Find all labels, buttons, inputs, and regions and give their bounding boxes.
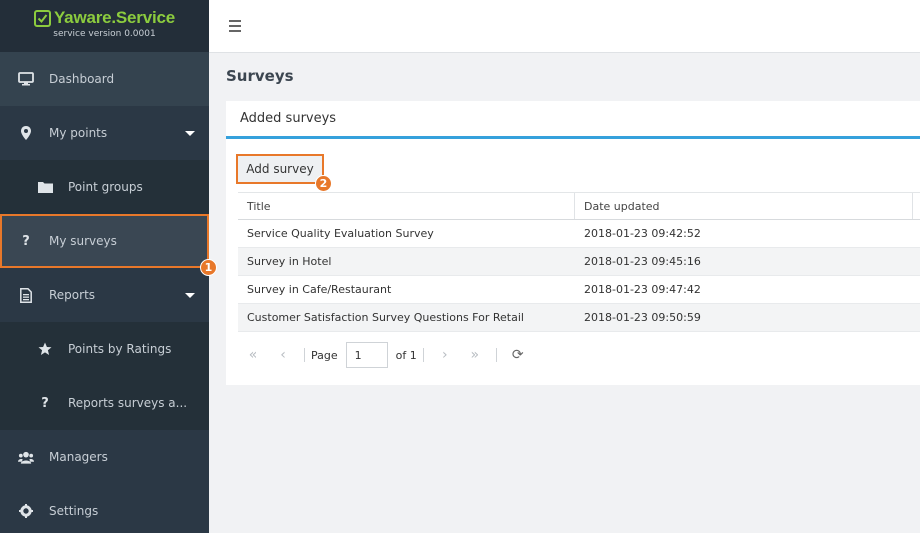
page-label: Page (311, 348, 338, 362)
cell-date: 2018-01-23 09:50:59 (584, 311, 701, 324)
cell-title: Survey in Cafe/Restaurant (247, 283, 392, 296)
brand-name: Yaware.Service (53, 8, 176, 27)
page-of-label: of 1 (395, 348, 417, 362)
users-icon (18, 449, 34, 465)
question-icon: ? (41, 395, 49, 411)
sidebar-item-label: Reports (49, 288, 96, 302)
sidebar-item-reports-surveys[interactable]: ? Reports surveys a... (0, 376, 209, 430)
surveys-panel: Added surveys Add survey 2 Title Date up… (226, 101, 920, 385)
page-number-input[interactable]: 1 (345, 342, 388, 368)
cell-title: Customer Satisfaction Survey Questions F… (247, 311, 524, 324)
brand-version: service version 0.0001 (53, 29, 156, 39)
cell-title: Survey in Hotel (247, 255, 332, 268)
sidebar-item-label: Settings (49, 504, 99, 518)
gear-icon (18, 503, 34, 519)
sidebar-item-label: Point groups (68, 180, 143, 194)
step-badge-1: 1 (200, 259, 217, 276)
sidebar-item-points-by-ratings[interactable]: Points by Ratings (0, 322, 209, 376)
sidebar-item-settings[interactable]: Settings (0, 484, 209, 533)
sidebar-item-my-points[interactable]: My points (0, 106, 209, 160)
sidebar-item-label: Points by Ratings (68, 342, 172, 356)
folder-icon (37, 179, 53, 195)
sidebar-item-label: My points (49, 126, 108, 140)
prev-page-icon[interactable]: ‹ (268, 347, 298, 363)
surveys-table: Title Date updated Service Quality Evalu… (238, 192, 920, 332)
refresh-icon[interactable]: ⟳ (503, 347, 533, 363)
divider (422, 348, 424, 362)
document-icon (18, 287, 34, 303)
star-icon (37, 341, 53, 357)
monitor-icon (18, 71, 34, 87)
cell-date: 2018-01-23 09:42:52 (584, 227, 701, 240)
table-row[interactable]: Customer Satisfaction Survey Questions F… (238, 304, 920, 332)
sidebar: Yaware.Service service version 0.0001 Da… (0, 0, 209, 533)
page-title: Surveys (226, 67, 294, 85)
checkmark-logo-icon (33, 9, 51, 27)
sidebar-item-point-groups[interactable]: Point groups (0, 160, 209, 214)
sidebar-item-label: My surveys (49, 234, 117, 248)
table-row[interactable]: Survey in Cafe/Restaurant 2018-01-23 09:… (238, 276, 920, 304)
brand[interactable]: Yaware.Service service version 0.0001 (0, 0, 209, 52)
panel-title: Added surveys (226, 101, 920, 139)
last-page-icon[interactable]: » (460, 347, 490, 363)
divider (304, 348, 305, 362)
first-page-icon[interactable]: « (238, 347, 268, 363)
topbar (209, 0, 920, 53)
table-header: Title Date updated (238, 192, 920, 220)
step-badge-2: 2 (315, 175, 332, 192)
chevron-down-icon (185, 131, 195, 136)
column-header-date-updated[interactable]: Date updated (575, 193, 913, 219)
divider (495, 348, 497, 362)
question-icon: ? (22, 233, 30, 249)
add-survey-button[interactable]: Add survey (236, 154, 324, 184)
chevron-down-icon (185, 293, 195, 298)
next-page-icon[interactable]: › (430, 347, 460, 363)
sidebar-item-reports[interactable]: Reports (0, 268, 209, 322)
cell-date: 2018-01-23 09:45:16 (584, 255, 701, 268)
sidebar-item-my-surveys[interactable]: ? My surveys (0, 214, 209, 268)
map-pin-icon (18, 125, 34, 141)
cell-title: Service Quality Evaluation Survey (247, 227, 434, 240)
table-row[interactable]: Service Quality Evaluation Survey 2018-0… (238, 220, 920, 248)
sidebar-item-label: Managers (49, 450, 108, 464)
cell-date: 2018-01-23 09:47:42 (584, 283, 701, 296)
sidebar-item-label: Dashboard (49, 72, 115, 86)
pagination-toolbar: « ‹ Page 1 of 1 › » ⟳ (238, 341, 533, 369)
sidebar-item-dashboard[interactable]: Dashboard (0, 52, 209, 106)
sidebar-item-managers[interactable]: Managers (0, 430, 209, 484)
table-row[interactable]: Survey in Hotel 2018-01-23 09:45:16 (238, 248, 920, 276)
hamburger-menu-icon[interactable] (229, 20, 241, 35)
column-header-title[interactable]: Title (238, 193, 575, 219)
sidebar-item-label: Reports surveys a... (68, 396, 188, 410)
